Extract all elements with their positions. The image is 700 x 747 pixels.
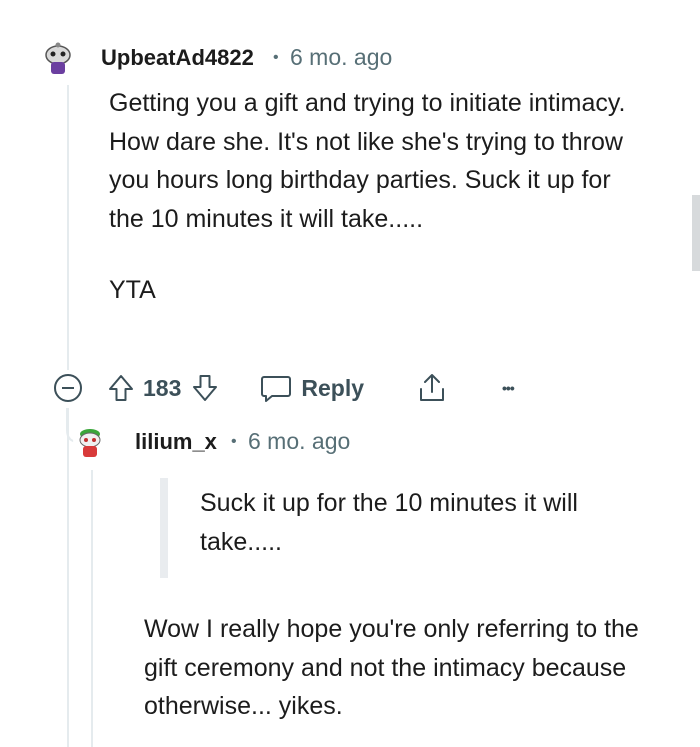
reply-timestamp[interactable]: 6 mo. ago <box>248 428 350 455</box>
comment-bubble-icon <box>261 376 292 402</box>
vote-count: 183 <box>143 374 182 401</box>
collapse-button[interactable] <box>52 372 84 404</box>
downvote-arrow-icon <box>193 375 218 401</box>
thread-line-reply[interactable] <box>91 470 93 747</box>
reply-quote: Suck it up for the 10 minutes it will ta… <box>200 484 600 561</box>
thread-line-reply-branch <box>67 408 69 747</box>
upvote-button[interactable] <box>107 373 135 403</box>
avatar[interactable] <box>40 40 76 76</box>
reply-avatar[interactable] <box>73 424 107 458</box>
meta-separator: • <box>231 433 237 450</box>
comment-paragraph: Getting you a gift and trying to initiat… <box>109 89 626 233</box>
upvote-arrow-icon <box>109 375 133 401</box>
share-icon <box>420 374 445 401</box>
comment-paragraph: YTA <box>109 276 156 304</box>
meta-separator: • <box>273 49 279 66</box>
scrollbar-thumb[interactable] <box>692 195 700 271</box>
reply-body: Wow I really hope you're only referring … <box>144 610 674 726</box>
comment-body: Getting you a gift and trying to initiat… <box>109 84 639 310</box>
quote-text: Suck it up for the 10 minutes it will ta… <box>200 489 578 556</box>
share-button[interactable] <box>416 371 448 405</box>
more-options-icon: ••• <box>502 380 515 396</box>
reply-button[interactable]: Reply <box>259 372 364 404</box>
reply-paragraph: Wow I really hope you're only referring … <box>144 615 639 720</box>
thread-line-main[interactable] <box>67 85 69 370</box>
collapse-icon <box>54 374 82 402</box>
reply-label: Reply <box>301 374 365 401</box>
quote-bar <box>160 478 168 578</box>
snoo-avatar-icon <box>40 40 76 76</box>
reply-author[interactable]: lilium_x <box>135 429 217 455</box>
snoo-avatar-icon <box>73 424 107 458</box>
downvote-button[interactable] <box>191 373 219 403</box>
comment-author[interactable]: UpbeatAd4822 <box>101 45 254 71</box>
more-options-button[interactable]: ••• <box>502 380 515 396</box>
comment-action-bar: 183 Reply ••• <box>52 368 515 408</box>
comment-timestamp[interactable]: 6 mo. ago <box>290 44 392 71</box>
